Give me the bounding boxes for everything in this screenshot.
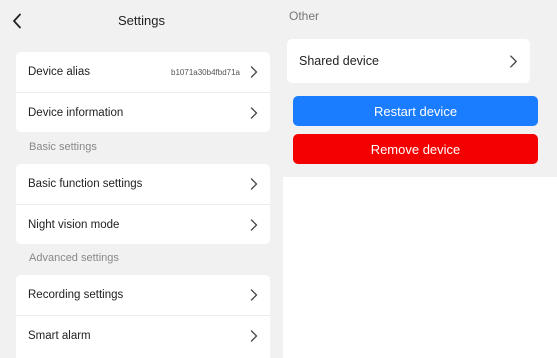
- device-card: Device alias b1071a30b4fbd71a Device inf…: [16, 52, 270, 132]
- recording-settings-row[interactable]: Recording settings: [16, 275, 270, 315]
- chevron-right-icon: [250, 106, 258, 119]
- chevron-right-icon: [250, 178, 258, 190]
- device-information-label: Device information: [28, 106, 124, 119]
- smart-alarm-row[interactable]: Smart alarm: [16, 315, 270, 355]
- night-vision-mode-row[interactable]: Night vision mode: [16, 204, 270, 244]
- chevron-right-icon: [510, 54, 517, 68]
- other-panel: Other Shared device Restart device Remov…: [283, 0, 557, 358]
- other-section: Other Shared device Restart device Remov…: [283, 0, 557, 177]
- night-vision-mode-label: Night vision mode: [28, 218, 120, 231]
- chevron-right-icon: [250, 329, 258, 342]
- advanced-settings-card: Recording settings Smart alarm: [16, 275, 270, 358]
- shared-device-row[interactable]: Shared device: [287, 39, 530, 83]
- other-section-label: Other: [289, 9, 320, 23]
- screen: Settings Device alias b1071a30b4fbd71a D…: [0, 0, 557, 358]
- recording-settings-label: Recording settings: [28, 289, 124, 301]
- page-title: Settings: [118, 13, 165, 28]
- settings-panel: Settings Device alias b1071a30b4fbd71a D…: [0, 0, 283, 358]
- basic-function-settings-row[interactable]: Basic function settings: [16, 164, 270, 204]
- settings-header: Settings: [0, 0, 283, 42]
- device-alias-value: b1071a30b4fbd71a: [171, 67, 240, 77]
- chevron-right-icon: [250, 66, 258, 78]
- basic-settings-section-label: Basic settings: [29, 141, 97, 153]
- device-alias-row[interactable]: Device alias b1071a30b4fbd71a: [16, 52, 270, 92]
- restart-device-button[interactable]: Restart device: [293, 96, 538, 126]
- advanced-settings-section-label: Advanced settings: [29, 252, 119, 264]
- remove-device-button[interactable]: Remove device: [293, 134, 538, 164]
- shared-device-label: Shared device: [299, 54, 379, 68]
- smart-alarm-label: Smart alarm: [28, 329, 91, 342]
- chevron-right-icon: [250, 218, 258, 231]
- basic-settings-card: Basic function settings Night vision mod…: [16, 164, 270, 244]
- device-information-row[interactable]: Device information: [16, 92, 270, 132]
- chevron-right-icon: [250, 289, 258, 301]
- device-alias-label: Device alias: [28, 66, 90, 78]
- basic-function-settings-label: Basic function settings: [28, 178, 143, 190]
